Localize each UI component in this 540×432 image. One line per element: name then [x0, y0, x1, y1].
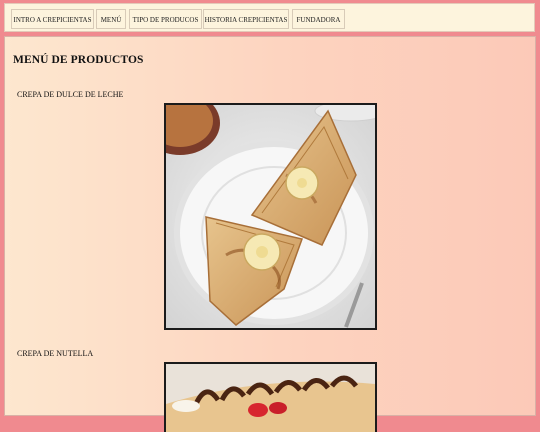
product-photo-dulce-de-leche — [164, 103, 377, 330]
nav-item-menu[interactable]: MENÚ — [96, 9, 126, 29]
product-name-dulce-de-leche: CREPA DE DULCE DE LECHE — [17, 90, 124, 99]
crepe-nutella-image — [166, 364, 375, 432]
crepe-dulce-de-leche-image — [166, 105, 375, 328]
page-title: MENÚ DE PRODUCTOS — [13, 54, 144, 66]
nav-item-fundadora[interactable]: FUNDADORA — [292, 9, 345, 29]
nav-item-historia[interactable]: HISTORIA CREPICIENTAS — [203, 9, 289, 29]
product-name-nutella: CREPA DE NUTELLA — [17, 349, 94, 358]
nav-item-intro[interactable]: INTRO A CREPICIENTAS — [11, 9, 94, 29]
main-content: MENÚ DE PRODUCTOS CREPA DE DULCE DE LECH… — [4, 36, 536, 432]
nav-item-tipo-de-productos[interactable]: TIPO DE PRODUCOS — [129, 9, 202, 29]
product-photo-nutella — [164, 362, 377, 432]
top-navigation-bar: INTRO A CREPICIENTAS MENÚ TIPO DE PRODUC… — [4, 3, 535, 32]
